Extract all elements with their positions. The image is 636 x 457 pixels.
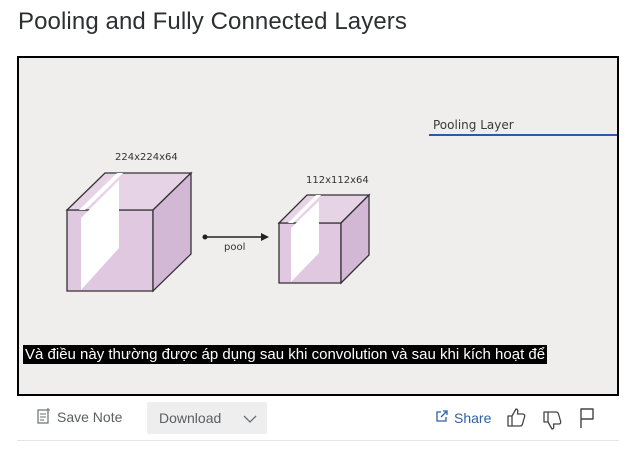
save-note-label: Save Note xyxy=(57,409,123,425)
save-note-button[interactable]: Save Note xyxy=(37,406,122,428)
thumbs-up-icon[interactable] xyxy=(506,407,526,434)
video-player[interactable]: Pooling Layer 224x224x64 112x112x64 pool… xyxy=(17,56,619,396)
download-label: Download xyxy=(159,410,222,426)
share-icon xyxy=(435,409,449,426)
pooling-diagram xyxy=(65,134,617,293)
output-dims-label: 112x112x64 xyxy=(306,175,369,186)
share-label: Share xyxy=(454,409,492,426)
input-dims-label: 224x224x64 xyxy=(115,152,178,163)
chevron-down-icon xyxy=(243,410,257,426)
video-slide: Pooling Layer 224x224x64 112x112x64 pool… xyxy=(19,58,617,394)
output-volume-cube xyxy=(277,193,371,285)
flag-icon[interactable] xyxy=(579,407,595,434)
lecture-toolbar: Save Note Download Share xyxy=(17,398,619,441)
thumbs-down-icon[interactable] xyxy=(542,409,562,436)
input-volume-cube xyxy=(65,171,193,293)
pooling-layer-label: Pooling Layer xyxy=(433,118,514,132)
pool-operation-label: pool xyxy=(224,242,246,253)
page-title: Pooling and Fully Connected Layers xyxy=(18,8,407,35)
share-button[interactable]: Share xyxy=(435,409,491,426)
note-icon xyxy=(37,407,51,427)
download-dropdown[interactable]: Download xyxy=(147,402,267,434)
video-caption: Và điều này thường được áp dụng sau khi … xyxy=(23,345,548,364)
